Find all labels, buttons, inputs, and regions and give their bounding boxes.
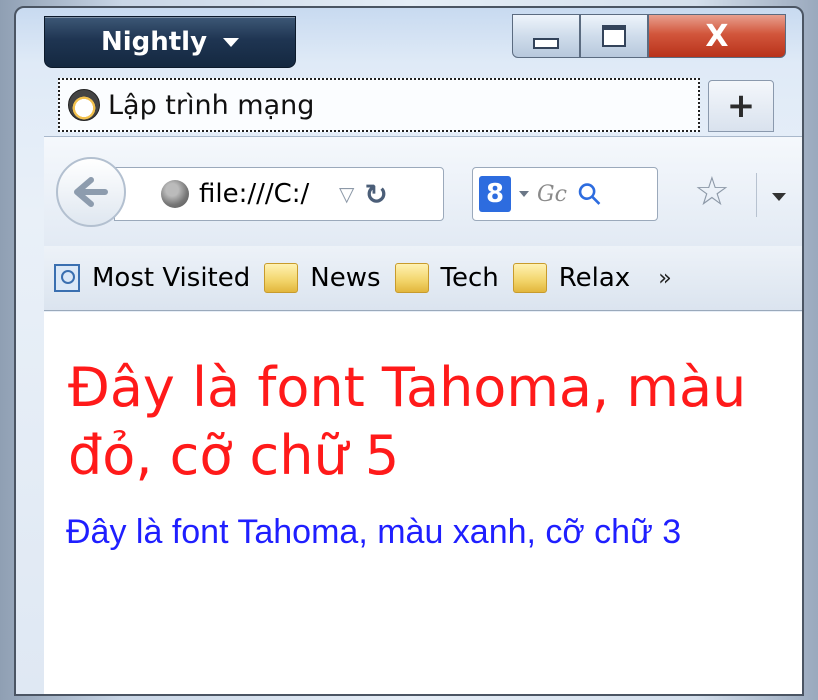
url-text[interactable]: file:///C:/ [199,179,329,209]
bookmark-tech[interactable]: Tech [394,263,499,293]
bookmark-label: Relax [558,263,631,293]
bookmark-label: Most Visited [92,263,251,293]
minimize-button[interactable] [512,14,580,58]
tab-lap-trinh-mang[interactable]: Lập trình mạng [58,78,700,132]
folder-icon [264,263,299,293]
penguin-icon [68,89,100,121]
bookmarks-toolbar: Most Visited News Tech Relax » [44,246,802,311]
red-heading-text: Đây là font Tahoma, màu đỏ, cỡ chữ 5 [68,356,747,487]
new-tab-button[interactable]: + [708,80,774,132]
navigation-toolbar: file:///C:/ ▽ ↻ 8 Gc ⚲ ☆ [44,136,802,247]
bookmark-label: Tech [440,263,499,293]
bookmark-star-icon[interactable]: ☆ [694,169,730,215]
search-bar[interactable]: 8 Gc ⚲ [472,167,658,221]
back-arrow-icon [74,177,108,207]
folder-icon [394,263,429,293]
app-menu-button[interactable]: Nightly [44,16,296,68]
google-icon[interactable]: 8 [479,176,511,212]
search-icon[interactable]: ⚲ [570,174,610,214]
maximize-icon [602,25,626,47]
bookmark-relax[interactable]: Relax [512,263,631,293]
search-engine-dropdown-icon[interactable] [519,191,529,197]
bookmark-news[interactable]: News [264,263,381,293]
menu-dropdown-icon[interactable] [772,193,786,201]
plus-icon: + [726,86,756,126]
window-controls: X [512,14,786,60]
bookmark-label: News [310,263,381,293]
blue-body-text: Đây là font Tahoma, màu xanh, cỡ chữ 3 [66,513,682,551]
tab-title: Lập trình mạng [108,89,315,121]
folder-icon [512,263,547,293]
chevron-down-icon [223,37,240,47]
browser-window: Nightly X Lập trình mạng + file:///C:/ ▽… [14,6,804,696]
app-menu-label: Nightly [100,27,208,57]
search-icon [54,264,80,292]
close-icon: X [705,18,729,54]
bookmark-most-visited[interactable]: Most Visited [54,263,250,293]
minimize-icon [533,37,559,49]
maximize-button[interactable] [580,14,648,58]
reload-icon[interactable]: ↻ [364,178,387,211]
close-button[interactable]: X [648,14,786,58]
back-button[interactable] [56,157,126,227]
page-content: Đây là font Tahoma, màu đỏ, cỡ chữ 5 Đây… [44,312,802,694]
globe-icon [161,180,189,208]
search-input[interactable]: Gc [537,182,571,207]
chevron-right-icon[interactable]: » [658,266,671,291]
toolbar-divider [756,173,757,217]
url-bar[interactable]: file:///C:/ ▽ ↻ [114,167,444,221]
url-dropdown-icon[interactable]: ▽ [339,182,354,206]
